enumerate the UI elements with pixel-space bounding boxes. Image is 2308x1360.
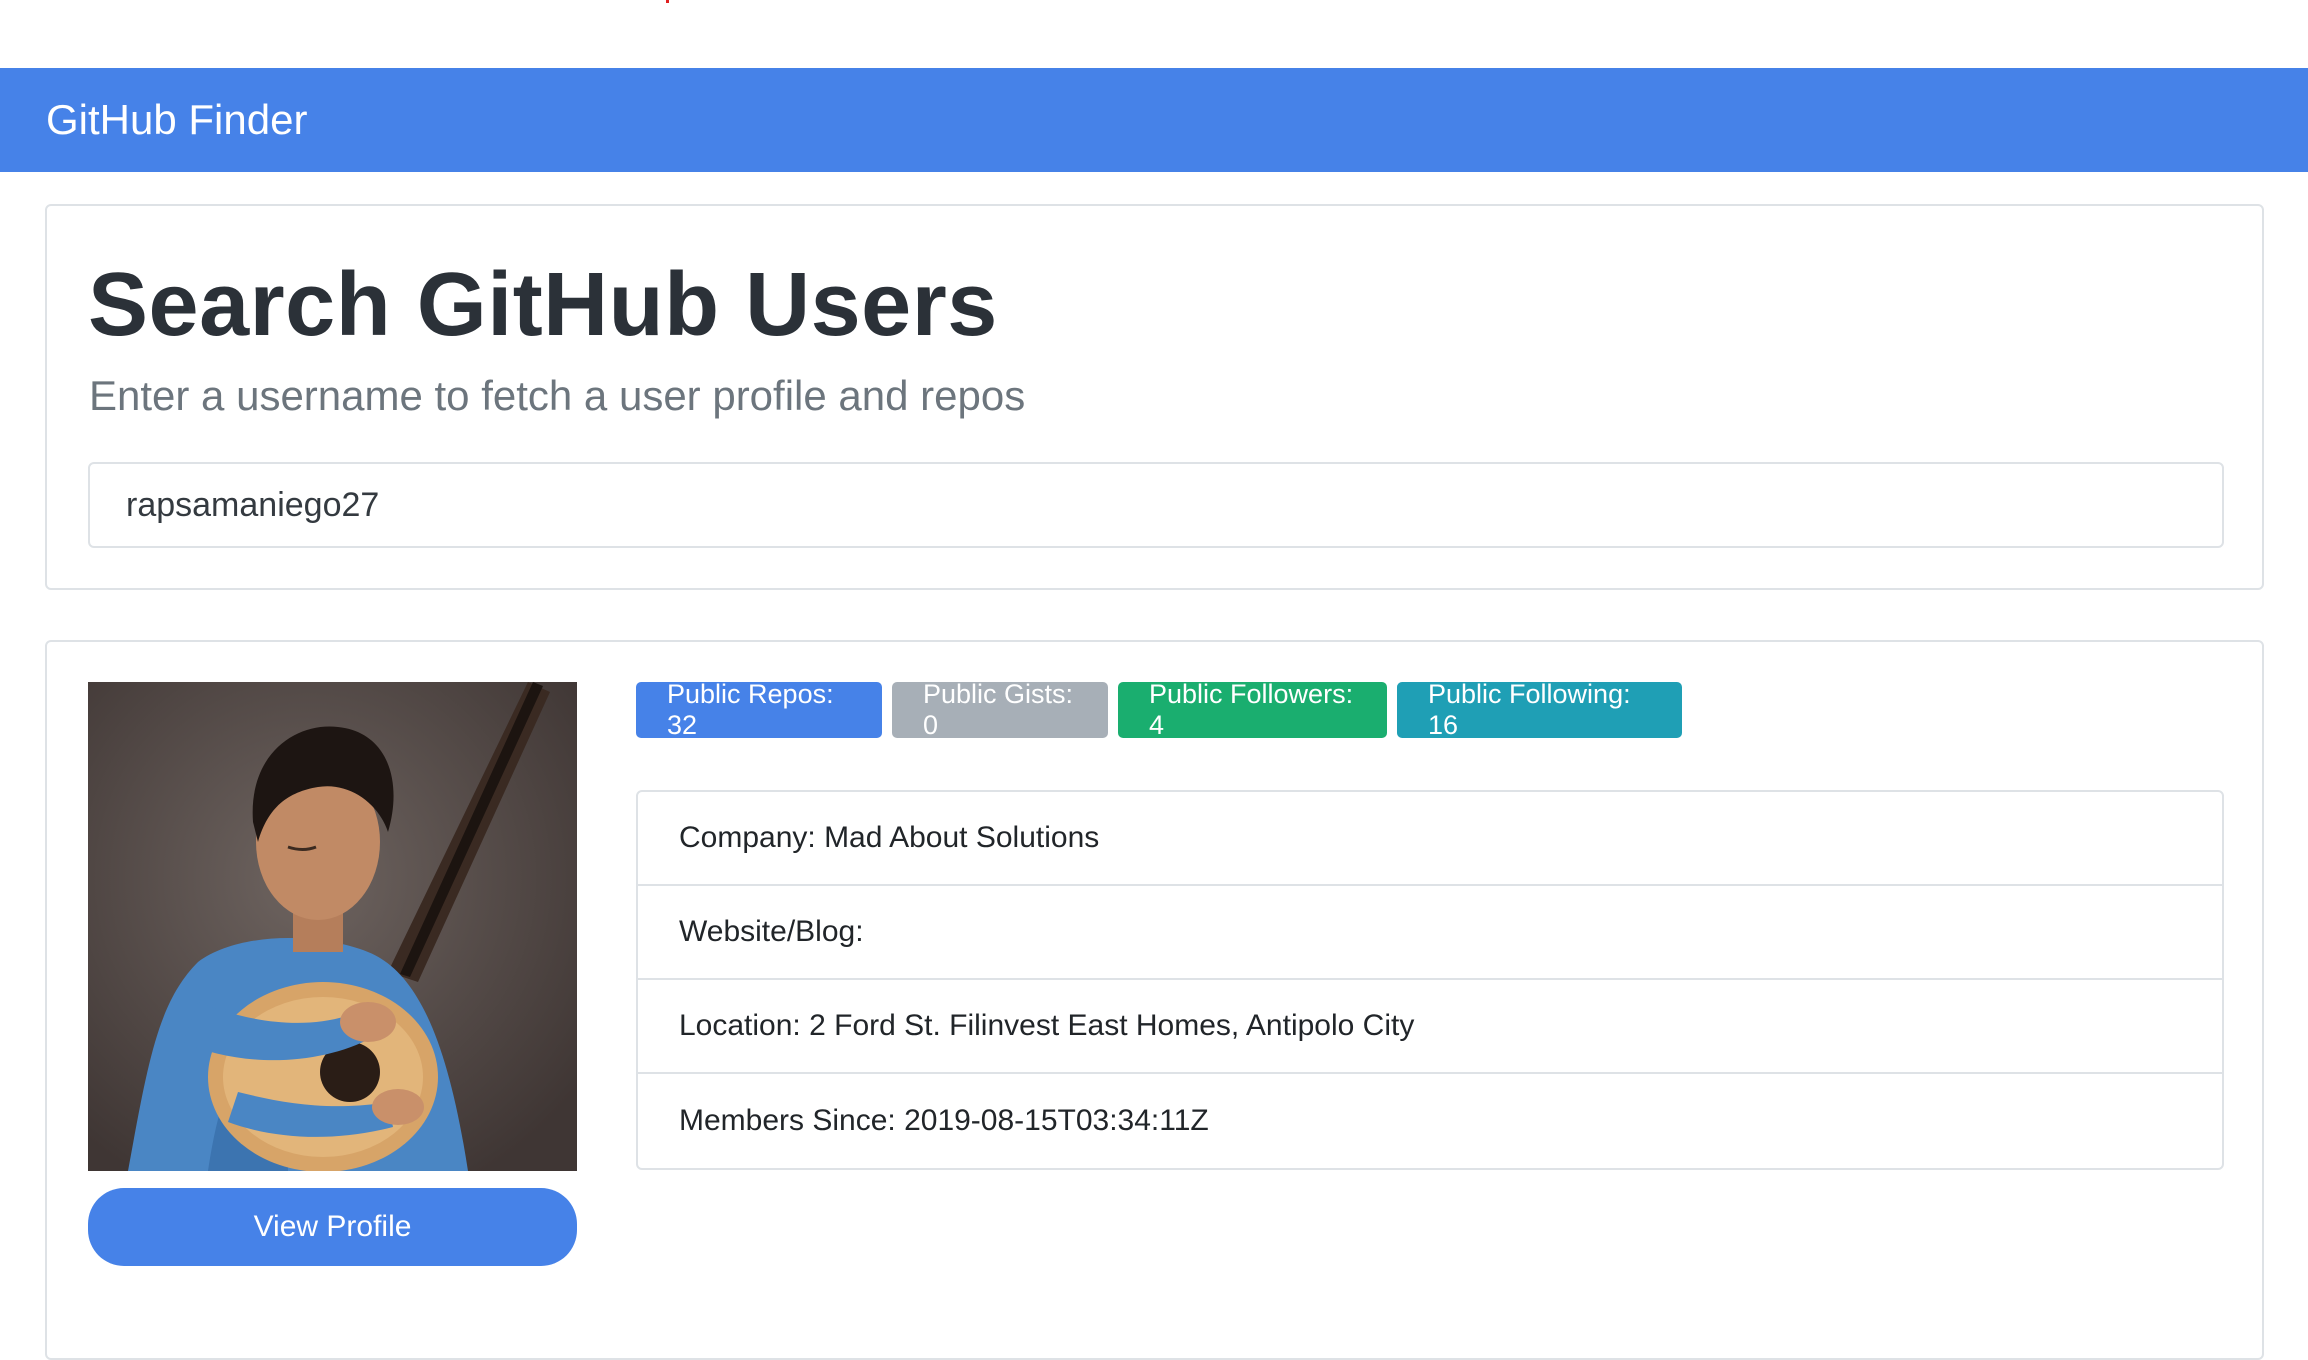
info-member-since: Members Since: 2019-08-15T03:34:11Z: [679, 1104, 1209, 1137]
stats-badges: Public Repos: 32 Public Gists: 0 Public …: [636, 679, 1682, 740]
avatar: [88, 682, 577, 1171]
search-lead-text: Enter a username to fetch a user profile…: [89, 372, 1026, 419]
info-location: Location: 2 Ford St. Filinvest East Home…: [638, 980, 2222, 1074]
badge-public-gists: Public Gists: 0: [892, 679, 1108, 740]
badge-public-followers: Public Followers: 4: [1118, 679, 1387, 740]
badge-public-following: Public Following: 16: [1397, 679, 1682, 740]
avatar-photo: [88, 682, 577, 1171]
profile-info-list: Company: Mad About Solutions Website/Blo…: [636, 790, 2224, 1170]
page-title: Search GitHub Users: [88, 255, 998, 355]
brand-title[interactable]: GitHub Finder: [46, 96, 307, 144]
search-card: Search GitHub Users Enter a username to …: [45, 204, 2264, 590]
badge-public-repos: Public Repos: 32: [636, 679, 882, 740]
search-input[interactable]: [88, 462, 2224, 548]
view-profile-button[interactable]: View Profile: [88, 1188, 577, 1266]
navbar: GitHub Finder: [0, 68, 2308, 172]
red-dot-marker: [666, 0, 669, 3]
info-company: Company: Mad About Solutions: [638, 792, 2222, 886]
profile-card: View Profile Public Repos: 32 Public Gis…: [45, 640, 2264, 1360]
top-strip: [0, 0, 2308, 68]
info-website: Website/Blog:: [638, 886, 2222, 980]
